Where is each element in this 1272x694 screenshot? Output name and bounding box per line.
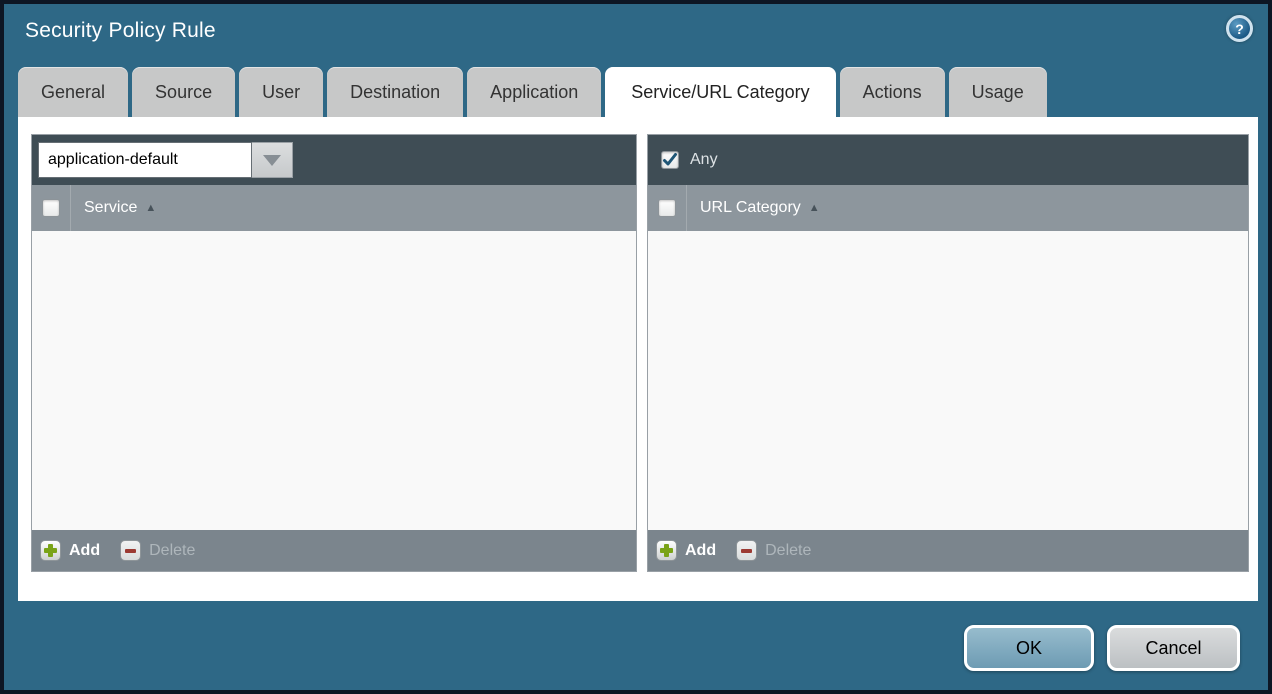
tab-general[interactable]: General bbox=[18, 67, 128, 117]
delete-minus-icon bbox=[736, 540, 757, 561]
service-type-dropdown[interactable]: application-default bbox=[38, 142, 293, 178]
url-category-delete-button[interactable]: Delete bbox=[736, 540, 811, 561]
add-plus-icon bbox=[40, 540, 61, 561]
service-panel: application-default Service ▲ Add bbox=[31, 134, 637, 572]
tab-bar: General Source User Destination Applicat… bbox=[18, 67, 1047, 117]
url-category-toolbar: Any bbox=[648, 135, 1248, 185]
checkmark-icon bbox=[662, 152, 678, 168]
chevron-down-icon bbox=[263, 155, 281, 166]
delete-button-label: Delete bbox=[765, 542, 811, 560]
add-plus-icon bbox=[656, 540, 677, 561]
dialog-button-row: OK Cancel bbox=[964, 625, 1240, 671]
tab-destination[interactable]: Destination bbox=[327, 67, 463, 117]
url-category-footer: Add Delete bbox=[648, 530, 1248, 571]
tab-application[interactable]: Application bbox=[467, 67, 601, 117]
tab-usage[interactable]: Usage bbox=[949, 67, 1047, 117]
service-table-body bbox=[32, 231, 636, 530]
service-select-all-checkbox[interactable] bbox=[42, 199, 60, 217]
tab-source[interactable]: Source bbox=[132, 67, 235, 117]
any-checkbox-row: Any bbox=[654, 151, 718, 169]
add-button-label: Add bbox=[69, 542, 100, 560]
url-category-add-button[interactable]: Add bbox=[656, 540, 716, 561]
service-column-header[interactable]: Service bbox=[84, 199, 137, 217]
service-header-checkbox-cell bbox=[32, 185, 71, 231]
service-type-dropdown-button[interactable] bbox=[252, 142, 293, 178]
tab-service-url-category[interactable]: Service/URL Category bbox=[605, 67, 835, 117]
url-category-table-header: URL Category ▲ bbox=[648, 185, 1248, 231]
sort-asc-icon[interactable]: ▲ bbox=[809, 202, 820, 214]
service-footer: Add Delete bbox=[32, 530, 636, 571]
sort-asc-icon[interactable]: ▲ bbox=[145, 202, 156, 214]
security-policy-rule-dialog: Security Policy Rule ? General Source Us… bbox=[0, 0, 1272, 694]
tab-content: application-default Service ▲ Add bbox=[18, 117, 1258, 601]
url-category-panel: Any URL Category ▲ Add Delete bbox=[647, 134, 1249, 572]
service-table-header: Service ▲ bbox=[32, 185, 636, 231]
service-add-button[interactable]: Add bbox=[40, 540, 100, 561]
cancel-button[interactable]: Cancel bbox=[1107, 625, 1240, 671]
url-category-header-checkbox-cell bbox=[648, 185, 687, 231]
tab-actions[interactable]: Actions bbox=[840, 67, 945, 117]
delete-minus-icon bbox=[120, 540, 141, 561]
url-category-select-all-checkbox[interactable] bbox=[658, 199, 676, 217]
dialog-title: Security Policy Rule bbox=[25, 19, 216, 43]
add-button-label: Add bbox=[685, 542, 716, 560]
help-icon[interactable]: ? bbox=[1226, 15, 1253, 42]
url-category-column-header[interactable]: URL Category bbox=[700, 199, 801, 217]
delete-button-label: Delete bbox=[149, 542, 195, 560]
service-type-value[interactable]: application-default bbox=[38, 142, 252, 178]
any-checkbox[interactable] bbox=[661, 151, 679, 169]
service-delete-button[interactable]: Delete bbox=[120, 540, 195, 561]
tab-user[interactable]: User bbox=[239, 67, 323, 117]
service-toolbar: application-default bbox=[32, 135, 636, 185]
ok-button[interactable]: OK bbox=[964, 625, 1094, 671]
any-label: Any bbox=[690, 151, 718, 169]
url-category-table-body bbox=[648, 231, 1248, 530]
